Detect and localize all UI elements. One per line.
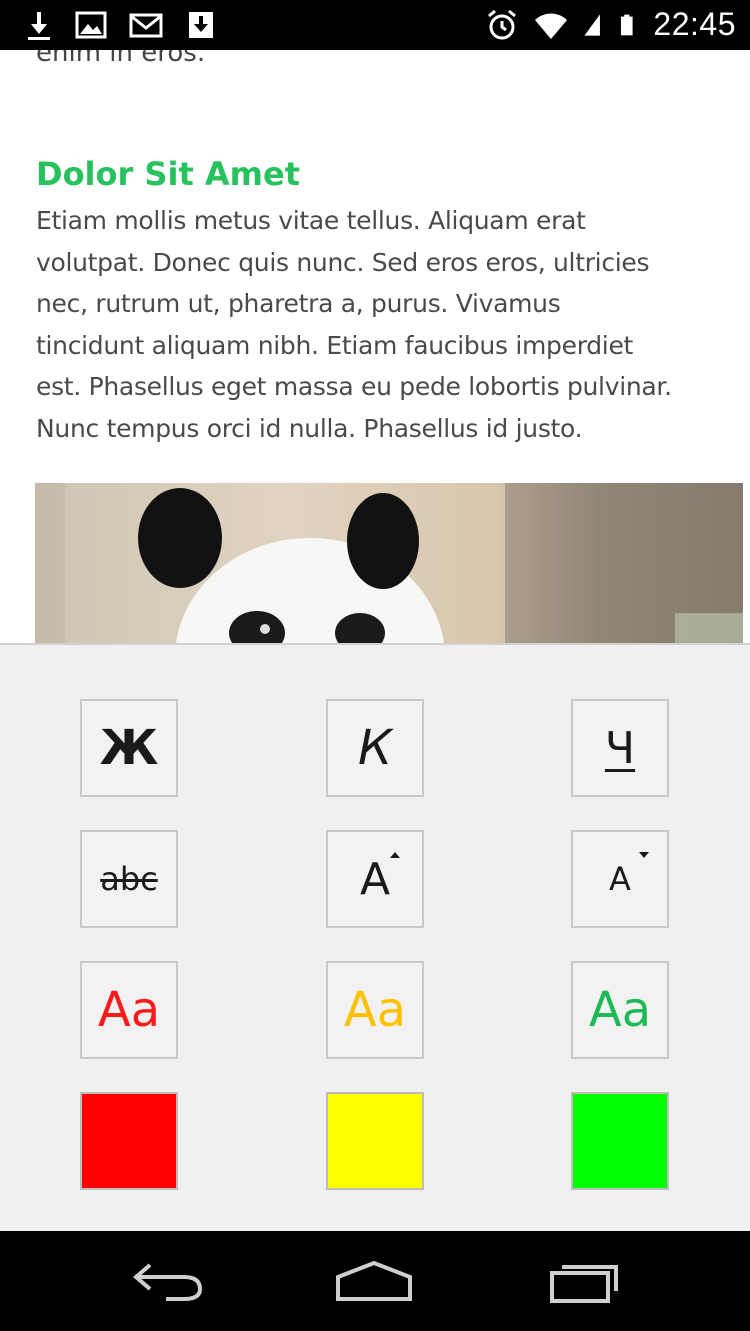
highlight-red-swatch[interactable] — [80, 1092, 178, 1190]
article-body-line: tincidunt aliquam nibh. Etiam faucibus i… — [36, 330, 634, 360]
arrow-down-icon — [638, 852, 649, 858]
article-body-line: nec, rutrum ut, pharetra a, purus. Vivam… — [36, 289, 561, 318]
text-color-red-label: Aa — [97, 982, 161, 1038]
mail-icon — [129, 13, 163, 38]
underline-button[interactable]: Ч — [571, 699, 669, 797]
bold-button[interactable]: Ж — [80, 699, 178, 797]
highlight-yellow-swatch[interactable] — [326, 1092, 424, 1190]
article-body: Etiam mollis metus vitae tellus. Aliquam… — [36, 200, 726, 449]
decrease-font-label: A — [609, 852, 649, 898]
home-button[interactable] — [324, 1253, 424, 1309]
italic-label: К — [357, 720, 393, 776]
italic-button[interactable]: К — [326, 699, 424, 797]
article-content[interactable]: enim in eros. Dolor Sit Amet Etiam molli… — [0, 50, 750, 643]
increase-font-letter: A — [359, 853, 391, 905]
text-color-green-button[interactable]: Aa — [571, 961, 669, 1059]
bold-label: Ж — [99, 720, 159, 776]
underline-label: Ч — [604, 722, 636, 774]
status-time: 22:45 — [653, 6, 736, 42]
increase-font-button[interactable]: A — [326, 830, 424, 928]
article-body-line: volutpat. Donec quis nunc. Sed eros eros… — [36, 247, 650, 277]
panda-image — [35, 483, 743, 643]
back-button[interactable] — [118, 1253, 218, 1309]
highlight-green-swatch[interactable] — [571, 1092, 669, 1190]
arrow-up-icon — [390, 851, 401, 858]
battery-icon — [621, 14, 634, 35]
alarm-icon — [488, 9, 517, 39]
decrease-font-letter: A — [609, 860, 631, 898]
increase-font-label: A — [359, 851, 401, 905]
strikethrough-button[interactable]: abc — [80, 830, 178, 928]
wifi-icon — [535, 13, 568, 39]
text-color-green-label: Aa — [588, 982, 652, 1038]
file-download-icon — [189, 12, 213, 38]
status-bar: 22:45 — [0, 0, 750, 50]
decrease-font-button[interactable]: A — [571, 830, 669, 928]
signal-icon — [584, 13, 601, 36]
download-icon — [28, 12, 50, 40]
format-panel: Ж К Ч abc A A Aa Aa Aa — [0, 643, 750, 1233]
back-icon — [132, 1263, 203, 1301]
article-body-line: est. Phasellus eget massa eu pede lobort… — [36, 372, 672, 401]
image-icon — [75, 11, 107, 39]
text-color-yellow-button[interactable]: Aa — [326, 961, 424, 1059]
navigation-bar — [0, 1231, 750, 1331]
article-body-line: Nunc tempus orci id nulla. Phasellus id … — [36, 413, 583, 443]
recents-icon — [550, 1265, 618, 1303]
text-color-yellow-label: Aa — [343, 982, 407, 1038]
text-color-red-button[interactable]: Aa — [80, 961, 178, 1059]
article-heading: Dolor Sit Amet — [36, 155, 300, 193]
article-cut-text: enim in eros. — [36, 50, 206, 68]
article-body-line: Etiam mollis metus vitae tellus. Aliquam… — [36, 206, 586, 235]
recents-button[interactable] — [536, 1253, 636, 1309]
home-icon — [336, 1260, 412, 1301]
strikethrough-label: abc — [100, 860, 158, 898]
panda-photo — [35, 483, 743, 643]
